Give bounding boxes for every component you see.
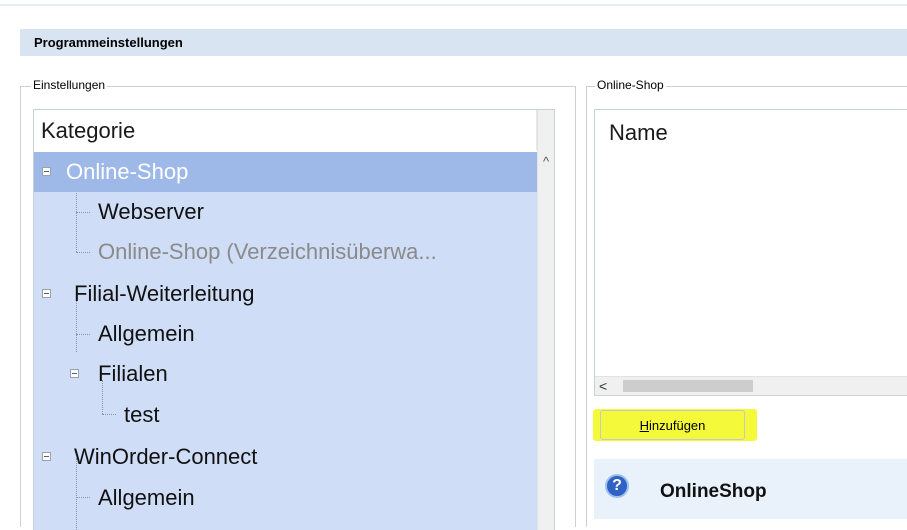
category-tree[interactable]: Kategorie Online-Shop Webserver Online-S… [33,109,555,530]
tree-item-label: WinOrder-Connect [74,444,258,469]
collapse-icon[interactable] [42,167,51,176]
tree-body: Online-Shop Webserver Online-Shop (Verze… [34,152,537,530]
tree-vertical-scrollbar[interactable]: ^ [537,110,554,530]
list-column-header[interactable]: Name [609,120,668,146]
scrollbar-thumb[interactable] [623,380,753,392]
tree-item-label: Online-Shop (Verzeichnisüberwa... [98,239,437,264]
tree-item-label: test [124,402,160,427]
tree-item-test[interactable]: test [34,395,537,435]
tree-item-winorder-connect[interactable]: WinOrder-Connect [34,437,537,477]
collapse-icon[interactable] [70,369,79,378]
settings-header-bar: Programmeinstellungen [20,29,907,56]
info-panel: ? OnlineShop [594,459,907,519]
add-button-label: inzufügen [649,417,706,433]
tree-item-label: Allgemein [98,321,195,346]
settings-group-legend: Einstellungen [31,78,108,92]
shop-name-list[interactable]: Name < [594,109,907,396]
tree-item-label: Filial-Weiterleitung [74,281,255,306]
chevron-up-icon[interactable]: ^ [540,155,552,168]
page-title: Programmeinstellungen [34,35,183,50]
list-horizontal-scrollbar[interactable]: < [595,376,907,395]
chevron-left-icon[interactable]: < [599,379,607,393]
tree-item-allgemein-2[interactable]: Allgemein [34,478,537,518]
tree-item-allgemein[interactable]: Allgemein [34,314,537,354]
tree-item-label: Filialen [98,361,168,386]
tree-item-label: Online-Shop [66,159,189,184]
add-button[interactable]: Hinzufügen [600,410,745,440]
tree-item-label: Webserver [98,199,204,224]
help-icon: ? [605,474,629,498]
collapse-icon[interactable] [42,289,51,298]
add-button-accelerator: H [639,417,649,433]
tree-item-webserver[interactable]: Webserver [34,192,537,232]
tree-column-header[interactable]: Kategorie [34,110,537,150]
tree-item-label: Allgemein [98,485,195,510]
online-shop-group-legend: Online-Shop [595,78,666,92]
tree-item-online-shop[interactable]: Online-Shop [34,152,537,192]
tree-item-filial-weiterleitung[interactable]: Filial-Weiterleitung [34,274,537,314]
tree-item-filialen[interactable]: Filialen [34,354,537,394]
top-divider [0,4,907,6]
info-title: OnlineShop [660,481,767,502]
collapse-icon[interactable] [42,452,51,461]
tree-item-online-shop-verzeichnis[interactable]: Online-Shop (Verzeichnisüberwa... [34,232,537,272]
